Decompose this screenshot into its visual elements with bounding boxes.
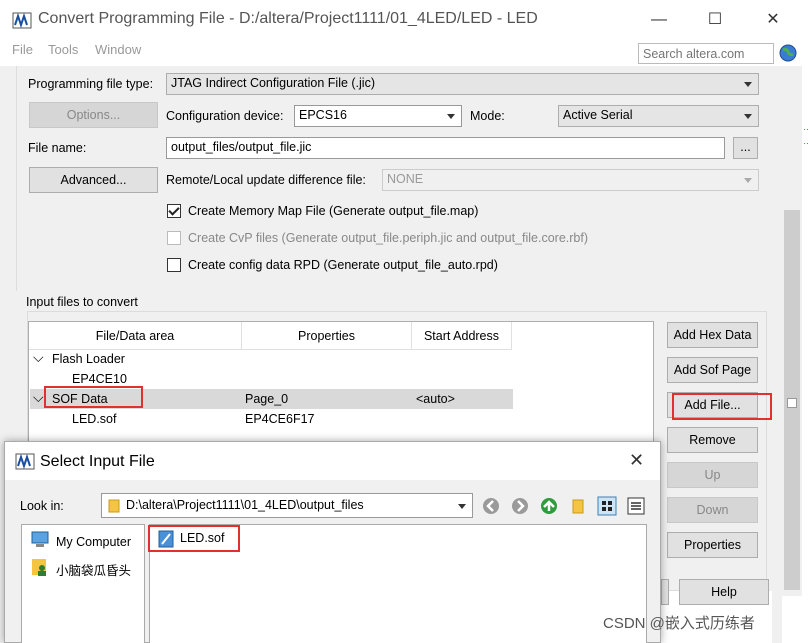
cvp-label: Create CvP files (Generate output_file.p… [188, 231, 588, 245]
watermark: CSDN @嵌入式历练者 [603, 615, 755, 632]
dialog-title: Select Input File [40, 453, 155, 470]
minimize-button[interactable]: — [647, 8, 671, 32]
quartus-app-icon [15, 453, 35, 470]
down-button[interactable]: Down [667, 497, 758, 523]
chevron-down-icon [458, 504, 466, 509]
config-device-value: EPCS16 [299, 108, 347, 122]
up-folder-icon[interactable] [539, 496, 559, 516]
back-icon[interactable] [481, 496, 501, 516]
advanced-button[interactable]: Advanced... [29, 167, 158, 193]
background-edge [802, 66, 809, 643]
programming-file-type-value: JTAG Indirect Configuration File (.jic) [171, 76, 375, 90]
file-name-input[interactable]: output_files/output_file.jic [166, 137, 725, 159]
user-folder-icon [32, 559, 46, 576]
menu-window[interactable]: Window [95, 42, 141, 57]
led-sof-properties: EP4CE6F17 [245, 412, 315, 426]
mode-value: Active Serial [563, 108, 633, 122]
chevron-down-icon [447, 114, 455, 119]
maximize-button[interactable]: ☐ [703, 8, 727, 32]
place-user-folder[interactable]: 小脑袋瓜昏头 [56, 560, 131, 579]
chevron-down-icon [744, 82, 752, 87]
search-input[interactable] [638, 43, 774, 64]
rpd-label: Create config data RPD (Generate output_… [188, 258, 498, 272]
look-in-label: Look in: [20, 499, 64, 513]
input-files-label: Input files to convert [26, 295, 142, 309]
tree-row-led-sof[interactable]: LED.sof [72, 412, 116, 426]
computer-icon [31, 531, 49, 547]
add-hex-data-button[interactable]: Add Hex Data [667, 322, 758, 348]
detail-view-icon[interactable] [626, 496, 646, 516]
new-folder-icon[interactable] [568, 496, 588, 516]
ok-button-partial[interactable] [661, 579, 669, 605]
menu-tools[interactable]: Tools [48, 42, 78, 57]
options-button[interactable]: Options... [29, 102, 158, 128]
close-button[interactable]: ✕ [761, 8, 785, 32]
sof-data-properties: Page_0 [245, 392, 289, 406]
mode-label: Mode: [470, 109, 505, 123]
column-header-properties[interactable]: Properties [242, 322, 412, 350]
select-input-file-dialog: Select Input File ✕ Look in: D:\altera\P… [4, 441, 661, 643]
remote-update-value: NONE [387, 172, 424, 186]
mode-dropdown[interactable]: Active Serial [558, 105, 759, 127]
rpd-checkbox[interactable] [167, 258, 181, 272]
expand-chevron-icon[interactable]: ⌵ [33, 389, 44, 406]
tree-row-flash-loader[interactable]: Flash Loader [52, 352, 125, 366]
scrollbar-marker [787, 398, 797, 408]
globe-icon[interactable] [779, 44, 797, 62]
programming-file-type-label: Programming file type: [28, 77, 154, 91]
chevron-down-icon [744, 178, 752, 183]
place-my-computer[interactable]: My Computer [56, 535, 131, 549]
input-files-tree[interactable]: File/Data area Properties Start Address … [28, 321, 654, 445]
quartus-app-icon [12, 12, 32, 29]
help-button[interactable]: Help [679, 579, 769, 605]
remove-button[interactable]: Remove [667, 427, 758, 453]
config-device-dropdown[interactable]: EPCS16 [294, 105, 462, 127]
remote-update-dropdown[interactable]: NONE [382, 169, 759, 191]
sof-data-address: <auto> [416, 392, 455, 406]
browse-button[interactable]: ... [733, 137, 758, 159]
properties-button[interactable]: Properties [667, 532, 758, 558]
chevron-down-icon [744, 114, 752, 119]
forward-icon[interactable] [510, 496, 530, 516]
highlight-sof-data [44, 386, 143, 408]
window-title: Convert Programming File - D:/altera/Pro… [38, 10, 538, 27]
remote-update-label: Remote/Local update difference file: [166, 173, 366, 187]
title-bar: Convert Programming File - D:/altera/Pro… [0, 0, 809, 40]
tree-row-device[interactable]: EP4CE10 [72, 372, 127, 386]
places-sidebar: My Computer 小脑袋瓜昏头 [21, 524, 145, 643]
window-frame-right [772, 66, 782, 643]
dialog-close-button[interactable]: ✕ [629, 450, 644, 471]
column-header-address[interactable]: Start Address [412, 322, 512, 350]
column-header-file[interactable]: File/Data area [29, 322, 242, 350]
look-in-path: D:\altera\Project1111\01_4LED\output_fil… [126, 498, 364, 512]
memory-map-checkbox[interactable] [167, 204, 181, 218]
expand-chevron-icon[interactable]: ⌵ [33, 349, 44, 366]
highlight-led-sof [148, 525, 240, 552]
highlight-add-file [672, 393, 772, 420]
cvp-checkbox[interactable] [167, 231, 181, 245]
up-button[interactable]: Up [667, 462, 758, 488]
folder-icon [108, 499, 120, 513]
file-name-label: File name: [28, 141, 87, 155]
dialog-title-bar: Select Input File ✕ [5, 442, 660, 480]
memory-map-label: Create Memory Map File (Generate output_… [188, 204, 479, 218]
list-view-icon[interactable] [597, 496, 617, 516]
add-sof-page-button[interactable]: Add Sof Page [667, 357, 758, 383]
look-in-dropdown[interactable]: D:\altera\Project1111\01_4LED\output_fil… [101, 493, 473, 518]
background-code-edge: …… [803, 120, 809, 148]
config-device-label: Configuration device: [166, 109, 284, 123]
menu-file[interactable]: File [12, 42, 33, 57]
programming-file-type-dropdown[interactable]: JTAG Indirect Configuration File (.jic) [166, 73, 759, 95]
